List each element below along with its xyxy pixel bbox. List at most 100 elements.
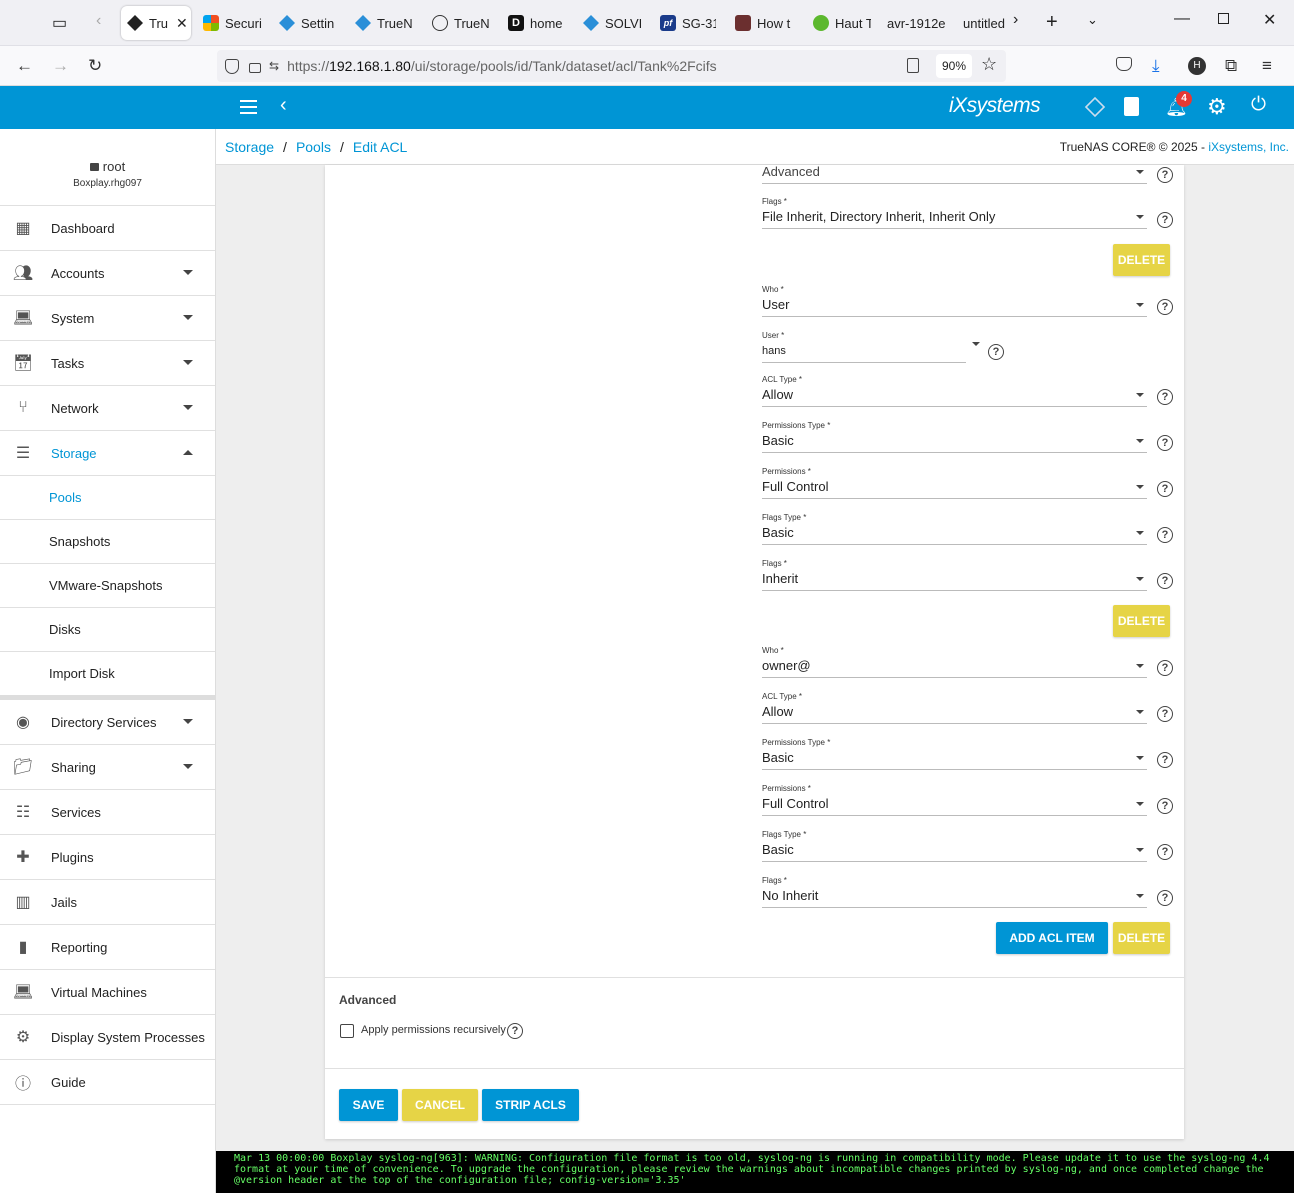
- help-icon[interactable]: ?: [988, 344, 1004, 360]
- item2-delete-button[interactable]: DELETE: [1113, 605, 1170, 637]
- item2-permissions-field[interactable]: Permissions * Full Control: [762, 467, 1147, 499]
- task-manager-icon[interactable]: [1124, 97, 1139, 116]
- sidebar-item-storage[interactable]: ☰ Storage: [0, 431, 215, 476]
- power-icon[interactable]: ⏻: [1251, 94, 1266, 116]
- url-field[interactable]: ⇆ https://192.168.1.80/ui/storage/pools/…: [217, 50, 1006, 82]
- forward-icon[interactable]: →: [52, 56, 69, 76]
- sidebar-item-virtual-machines[interactable]: 💻︎ Virtual Machines: [0, 970, 215, 1015]
- item3-flags-type-field[interactable]: Flags Type * Basic: [762, 830, 1147, 862]
- minimize-icon[interactable]: —: [1174, 10, 1190, 28]
- bookmark-star-icon[interactable]: ☆: [981, 54, 997, 75]
- url-text[interactable]: https://192.168.1.80/ui/storage/pools/id…: [287, 58, 717, 74]
- truecommand-icon[interactable]: [1084, 96, 1106, 118]
- settings-gear-icon[interactable]: ⚙: [1207, 94, 1227, 120]
- help-icon[interactable]: ?: [1157, 167, 1173, 183]
- close-tab-icon[interactable]: ✕: [176, 15, 188, 32]
- item2-acl-type-field[interactable]: ACL Type * Allow: [762, 375, 1147, 407]
- sidebar-subitem-pools[interactable]: Pools: [0, 476, 215, 520]
- menu-toggle-icon[interactable]: [240, 100, 257, 114]
- item2-user-field[interactable]: User * hans: [762, 331, 966, 363]
- item1-flags-field[interactable]: Flags * File Inherit, Directory Inherit,…: [762, 197, 1147, 229]
- item1-flags-type-field[interactable]: Advanced: [762, 162, 1147, 184]
- cancel-button[interactable]: CANCEL: [402, 1089, 478, 1121]
- scroll-tabs-right-icon[interactable]: ›: [1013, 11, 1018, 29]
- sidebar-item-tasks[interactable]: 📅︎ Tasks: [0, 341, 215, 386]
- help-icon[interactable]: ?: [1157, 389, 1173, 405]
- item2-who-field[interactable]: Who * User: [762, 285, 1147, 317]
- help-icon[interactable]: ?: [1157, 435, 1173, 451]
- help-icon[interactable]: ?: [507, 1023, 523, 1039]
- extensions-icon[interactable]: ⧉: [1225, 56, 1237, 76]
- scroll-tabs-left-icon[interactable]: ‹: [96, 12, 101, 30]
- help-icon[interactable]: ?: [1157, 844, 1173, 860]
- list-all-tabs-icon[interactable]: ⌄: [1087, 12, 1098, 28]
- item2-flags-field[interactable]: Flags * Inherit: [762, 559, 1147, 591]
- zoom-level[interactable]: 90%: [936, 54, 973, 78]
- tab-truenas[interactable]: Tru ✕: [121, 6, 191, 40]
- sidebar-item-dashboard[interactable]: ▦ Dashboard: [0, 206, 215, 251]
- sidebar-item-jails[interactable]: ▥ Jails: [0, 880, 215, 925]
- item3-permissions-field[interactable]: Permissions * Full Control: [762, 784, 1147, 816]
- help-icon[interactable]: ?: [1157, 660, 1173, 676]
- item3-flags-field[interactable]: Flags * No Inherit: [762, 876, 1147, 908]
- item2-permissions-type-field[interactable]: Permissions Type * Basic: [762, 421, 1147, 453]
- save-button[interactable]: SAVE: [339, 1089, 398, 1121]
- tab-untitled[interactable]: untitled: [963, 6, 1005, 40]
- help-icon[interactable]: ?: [1157, 481, 1173, 497]
- help-icon[interactable]: ?: [1157, 299, 1173, 315]
- pocket-icon[interactable]: [1116, 57, 1132, 71]
- item1-delete-button[interactable]: DELETE: [1113, 244, 1170, 276]
- shield-icon[interactable]: [225, 58, 239, 74]
- tab-avr[interactable]: avr-1912e: [887, 6, 945, 40]
- sidebar-subitem-snapshots[interactable]: Snapshots: [0, 520, 215, 564]
- sidebar-item-services[interactable]: ☷ Services: [0, 790, 215, 835]
- help-icon[interactable]: ?: [1157, 212, 1173, 228]
- lock-icon[interactable]: [249, 63, 261, 73]
- permissions-icon[interactable]: ⇆: [269, 59, 279, 73]
- item3-acl-type-field[interactable]: ACL Type * Allow: [762, 692, 1147, 724]
- sidebar-item-reporting[interactable]: ▮ Reporting: [0, 925, 215, 970]
- tab-settings[interactable]: Settin: [279, 6, 339, 40]
- tab-solved[interactable]: SOLVE: [583, 6, 641, 40]
- sidebar-item-plugins[interactable]: ✚ Plugins: [0, 835, 215, 880]
- collapse-sidebar-icon[interactable]: ‹: [280, 94, 287, 117]
- sidebar-subitem-vmware-snapshots[interactable]: VMware-Snapshots: [0, 564, 215, 608]
- sidebar-item-system[interactable]: 💻︎ System: [0, 296, 215, 341]
- sidebar-item-directory-services[interactable]: ◉ Directory Services: [0, 700, 215, 745]
- tab-truenas-3[interactable]: TrueN: [432, 6, 490, 40]
- sidebar-item-sharing[interactable]: 📁︎ Sharing: [0, 745, 215, 790]
- item3-who-field[interactable]: Who * owner@: [762, 646, 1147, 678]
- tab-sg31[interactable]: pf SG-31: [660, 6, 716, 40]
- help-icon[interactable]: ?: [1157, 573, 1173, 589]
- help-icon[interactable]: ?: [1157, 706, 1173, 722]
- item3-permissions-type-field[interactable]: Permissions Type * Basic: [762, 738, 1147, 770]
- item2-flags-type-field[interactable]: Flags Type * Basic: [762, 513, 1147, 545]
- help-icon[interactable]: ?: [1157, 527, 1173, 543]
- sidebar-subitem-disks[interactable]: Disks: [0, 608, 215, 652]
- tab-overview-icon[interactable]: ▭: [52, 13, 67, 33]
- downloads-icon[interactable]: ⤓: [1152, 56, 1160, 76]
- back-icon[interactable]: ←: [16, 56, 33, 76]
- tab-security[interactable]: Securi: [203, 6, 263, 40]
- add-acl-item-button[interactable]: ADD ACL ITEM: [996, 922, 1108, 954]
- breadcrumb-storage[interactable]: Storage: [225, 139, 274, 155]
- apply-recursively-label[interactable]: Apply permissions recursively: [361, 1024, 506, 1036]
- ixsystems-link[interactable]: iXsystems, Inc.: [1208, 140, 1289, 154]
- reader-view-icon[interactable]: [907, 58, 919, 73]
- tab-haut[interactable]: Haut T: [813, 6, 871, 40]
- tab-truenas-2[interactable]: TrueN: [355, 6, 413, 40]
- sidebar-item-display-system-processes[interactable]: ⚙ Display System Processes: [0, 1015, 215, 1060]
- account-avatar[interactable]: H: [1188, 57, 1206, 75]
- help-icon[interactable]: ?: [1157, 798, 1173, 814]
- sidebar-item-accounts[interactable]: 👥︎ Accounts: [0, 251, 215, 296]
- sidebar-item-guide[interactable]: ⓘ Guide: [0, 1060, 215, 1105]
- help-icon[interactable]: ?: [1157, 752, 1173, 768]
- chevron-down-icon[interactable]: [972, 342, 980, 346]
- item3-delete-button[interactable]: DELETE: [1113, 922, 1170, 954]
- tab-how-to[interactable]: How t: [735, 6, 793, 40]
- strip-acls-button[interactable]: STRIP ACLS: [482, 1089, 579, 1121]
- sidebar-item-network[interactable]: ⑂ Network: [0, 386, 215, 431]
- maximize-icon[interactable]: [1218, 13, 1229, 24]
- tab-home[interactable]: D home: [508, 6, 568, 40]
- close-window-icon[interactable]: ✕: [1263, 10, 1276, 30]
